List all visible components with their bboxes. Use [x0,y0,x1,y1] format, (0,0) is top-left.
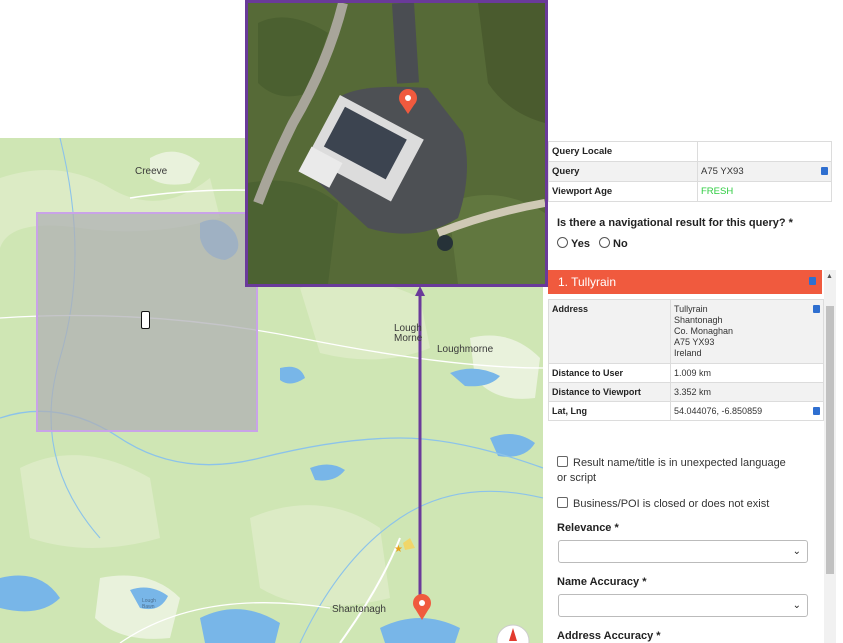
unexpected-language-checkbox[interactable] [557,456,568,467]
address-line: Shantonagh [674,315,723,325]
clipboard-icon[interactable] [813,407,820,415]
closed-label: Business/POI is closed or does not exist [573,498,770,510]
distance-viewport-label: Distance to Viewport [548,382,671,402]
address-line: Ireland [674,348,702,358]
phone-icon [141,311,150,329]
navigational-question: Is there a navigational result for this … [557,217,793,229]
closed-checkbox[interactable] [557,497,568,508]
relevance-label: Relevance * [557,522,619,534]
result-title: 1. Tullyrain [558,275,617,289]
distance-viewport-value: 3.352 km [670,382,824,402]
result-header[interactable]: 1. Tullyrain [548,270,822,294]
query-locale-value [697,141,832,162]
query-value-cell: A75 YX93 [697,161,832,182]
query-row: Query A75 YX93 [548,161,832,182]
navigational-radio-group: Yes No [557,237,628,250]
satellite-preview [245,0,548,287]
chevron-down-icon: ⌄ [792,546,801,557]
latlng-cell: 54.044076, -6.850859 [670,401,824,421]
map-label-shantonagh: Shantonagh [332,604,386,615]
satellite-imagery [248,3,545,284]
result-details-table: Address Tullyrain Shantonagh Co. Monagha… [548,299,824,421]
map-label-loughmorne: Loughmorne [437,344,494,355]
address-label: Address [548,299,671,364]
yes-label: Yes [571,238,590,250]
latlng-row: Lat, Lng 54.044076, -6.850859 [548,401,824,421]
unexpected-language-option[interactable]: Result name/title is in unexpected langu… [557,456,797,486]
address-line: Tullyrain [674,304,708,314]
distance-user-label: Distance to User [548,363,671,383]
svg-text:★: ★ [394,544,403,555]
viewport-age-label: Viewport Age [548,181,698,202]
relevance-select[interactable]: ⌄ [558,540,808,563]
address-value: Tullyrain Shantonagh Co. Monaghan A75 YX… [670,299,824,364]
query-value: A75 YX93 [701,166,744,177]
address-row: Address Tullyrain Shantonagh Co. Monagha… [548,299,824,364]
query-label: Query [548,161,698,182]
scrollbar-track[interactable]: ▲ [824,270,836,643]
viewport-age-row: Viewport Age FRESH [548,181,832,202]
latlng-label: Lat, Lng [548,401,671,421]
clipboard-icon[interactable] [821,167,828,175]
chevron-down-icon: ⌄ [792,600,801,611]
scrollbar-thumb[interactable] [826,306,834,574]
distance-viewport-row: Distance to Viewport 3.352 km [548,382,824,402]
yes-radio[interactable] [557,237,568,248]
map-label-creeve: Creeve [135,166,168,177]
scroll-up-arrow-icon[interactable]: ▲ [826,273,833,280]
distance-user-row: Distance to User 1.009 km [548,363,824,383]
name-accuracy-select[interactable]: ⌄ [558,594,808,617]
viewport-age-value: FRESH [697,181,832,202]
name-accuracy-label: Name Accuracy * [557,576,647,588]
clipboard-icon[interactable] [813,305,820,313]
no-radio[interactable] [599,237,611,248]
latlng-value: 54.044076, -6.850859 [674,406,763,416]
address-line: Co. Monaghan [674,326,734,336]
query-locale-label: Query Locale [548,141,698,162]
no-label: No [613,238,628,250]
query-table: Query Locale Query A75 YX93 Viewport Age… [548,141,832,202]
distance-user-value: 1.009 km [670,363,824,383]
map-label-lough-bawn: Lough Bawn [142,598,156,610]
clipboard-icon[interactable] [809,277,816,285]
address-line: A75 YX93 [674,337,715,347]
map-label-lough-morne: Lough Morne [394,323,423,344]
query-locale-row: Query Locale [548,141,832,162]
unexpected-language-label: Result name/title is in unexpected langu… [557,457,786,484]
closed-option[interactable]: Business/POI is closed or does not exist [557,497,769,510]
address-accuracy-label: Address Accuracy * [557,630,661,642]
